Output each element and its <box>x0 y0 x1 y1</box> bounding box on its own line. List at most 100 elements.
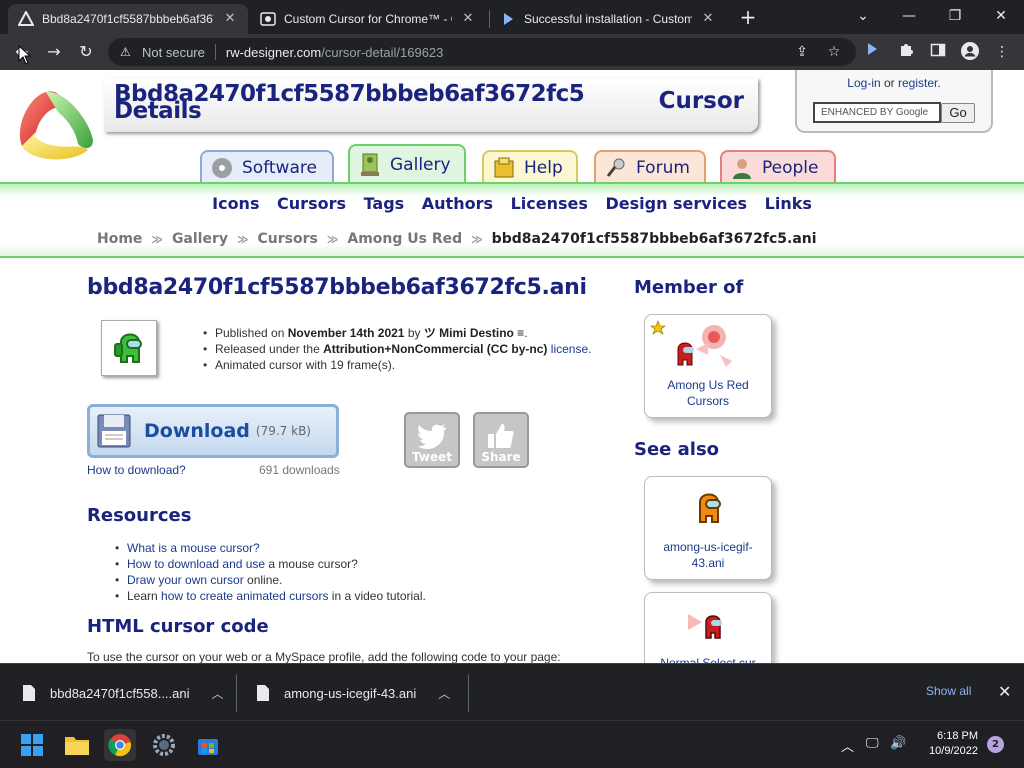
window-close-icon[interactable]: ✕ <box>986 4 1016 28</box>
browser-tab-active[interactable]: Bbd8a2470f1cf5587bbbeb6af3672fc5 ✕ <box>8 4 248 34</box>
card-subtitle: 43.ani <box>691 556 725 570</box>
download-item[interactable]: bbd8a2470f1cf558....ani ︿ <box>22 676 224 710</box>
resource-text: a mouse cursor? <box>265 557 358 571</box>
author-link[interactable]: ツ Mimi Destino ≡ <box>424 326 524 340</box>
close-icon[interactable]: ✕ <box>222 11 238 27</box>
share-page-icon[interactable]: ⇪ <box>792 42 812 62</box>
chevron-up-icon[interactable]: ︿ <box>212 685 224 702</box>
not-secure-label[interactable]: Not secure <box>142 45 205 60</box>
draw-cursor-link[interactable]: Draw your own cursor <box>127 573 244 587</box>
license-line: Released under the Attribution+NonCommer… <box>203 341 591 357</box>
see-also-heading: See also <box>634 439 720 460</box>
new-tab-plus-icon[interactable]: + <box>737 6 759 28</box>
sub-menu: Icons Cursors Tags Authors Licenses Desi… <box>0 194 1024 213</box>
settings-gear-icon[interactable] <box>148 729 180 761</box>
file-explorer-icon[interactable] <box>61 729 93 761</box>
bookmark-star-icon[interactable]: ☆ <box>824 42 844 62</box>
card-subtitle: Cursors <box>686 394 729 408</box>
how-to-use-link[interactable]: How to download and use <box>127 557 265 571</box>
cursor-preview <box>645 593 771 655</box>
download-button[interactable]: Download (79.7 kB) <box>87 404 339 458</box>
profile-avatar-icon[interactable] <box>960 42 980 62</box>
tab-software[interactable]: Software <box>200 150 334 184</box>
breadcrumb-cursors[interactable]: Cursors <box>258 231 318 247</box>
chrome-taskbar-icon[interactable] <box>104 729 136 761</box>
member-card-text: Among Us Red Cursors <box>645 377 771 417</box>
warning-triangle-icon[interactable]: ⚠ <box>120 45 134 59</box>
forward-arrow-icon[interactable]: → <box>42 40 66 64</box>
submenu-licenses[interactable]: Licenses <box>511 194 588 213</box>
notification-badge[interactable]: 2 <box>987 736 1004 753</box>
close-shelf-icon[interactable]: ✕ <box>998 682 1011 701</box>
submenu-authors[interactable]: Authors <box>422 194 493 213</box>
disc-icon <box>210 156 234 180</box>
site-search-input[interactable]: ENHANCED BY Google <box>813 102 941 123</box>
breadcrumb-gallery[interactable]: Gallery <box>172 231 228 247</box>
browser-menu-kebab-icon[interactable]: ⋮ <box>992 42 1012 62</box>
download-filename: among-us-icegif-43.ani <box>284 685 417 701</box>
browser-tab[interactable]: Successful installation - Custom C ✕ <box>490 4 726 34</box>
how-to-download-link[interactable]: How to download? <box>87 463 186 477</box>
tab-gallery[interactable]: Gallery <box>348 144 466 184</box>
resource-item: Draw your own cursor online. <box>115 572 426 588</box>
member-of-heading: Member of <box>634 277 744 298</box>
custom-cursor-extension-icon[interactable] <box>862 42 882 62</box>
page-title-suffix: Cursor <box>658 88 744 114</box>
close-icon[interactable]: ✕ <box>700 11 716 27</box>
close-icon[interactable]: ✕ <box>460 11 476 27</box>
submenu-cursors[interactable]: Cursors <box>277 194 346 213</box>
windows-start-icon[interactable] <box>16 729 48 761</box>
extensions-puzzle-icon[interactable] <box>896 42 916 62</box>
tab-label: People <box>762 158 819 178</box>
shelf-divider <box>236 674 237 712</box>
breadcrumb-among-us-red[interactable]: Among Us Red <box>347 231 462 247</box>
image-favicon-icon <box>260 11 276 27</box>
tab-search-chevron-icon[interactable]: ⌄ <box>848 4 878 28</box>
show-all-downloads-link[interactable]: Show all <box>926 684 971 698</box>
tab-people[interactable]: People <box>720 150 836 184</box>
see-also-card-text: among-us-icegif- 43.ani <box>645 539 771 579</box>
page-title: Bbd8a2470f1cf5587bbbeb6af3672fc5 Details <box>114 83 585 123</box>
url-text[interactable]: rw-designer.com/cursor-detail/169623 <box>226 45 444 60</box>
breadcrumb-current: bbd8a2470f1cf5587bbbeb6af3672fc5.ani <box>491 231 817 247</box>
submenu-tags[interactable]: Tags <box>364 194 405 213</box>
breadcrumb-home[interactable]: Home <box>97 231 142 247</box>
microphone-icon <box>604 156 628 180</box>
license-link[interactable]: license <box>551 342 588 356</box>
chevron-up-icon[interactable]: ︿ <box>438 685 450 702</box>
download-item[interactable]: among-us-icegif-43.ani ︿ <box>256 676 450 710</box>
address-bar[interactable]: ⚠ Not secure rw-designer.com/cursor-deta… <box>108 38 856 66</box>
network-icon[interactable]: 🖵 <box>866 736 879 751</box>
submenu-icons[interactable]: Icons <box>212 194 259 213</box>
animated-cursor-tutorial-link[interactable]: how to create animated cursors <box>161 589 328 603</box>
microsoft-store-icon[interactable] <box>192 729 224 761</box>
tab-help[interactable]: Help <box>482 150 578 184</box>
browser-tab[interactable]: Custom Cursor for Chrome™ - Cl ✕ <box>250 4 486 34</box>
cursor-preview <box>645 477 771 539</box>
breadcrumb-separator-icon: ≫ <box>151 233 163 246</box>
tab-forum[interactable]: Forum <box>594 150 706 184</box>
restore-icon[interactable]: ❐ <box>940 4 970 28</box>
tray-chevron-up-icon[interactable]: ︿ <box>841 736 854 755</box>
submenu-links[interactable]: Links <box>765 194 812 213</box>
register-link[interactable]: register. <box>898 76 941 90</box>
member-of-card[interactable]: Among Us Red Cursors <box>644 314 772 418</box>
clock-date: 10/9/2022 <box>929 745 978 757</box>
side-panel-icon[interactable] <box>928 42 948 62</box>
what-is-cursor-link[interactable]: What is a mouse cursor? <box>127 541 260 555</box>
resource-text: Learn <box>127 589 162 603</box>
tweet-button[interactable]: Tweet <box>404 412 460 468</box>
see-also-card[interactable]: among-us-icegif- 43.ani <box>644 476 772 580</box>
login-link[interactable]: Log-in <box>847 76 880 90</box>
html-code-intro: To use the cursor on your web or a MySpa… <box>87 650 561 663</box>
reload-icon[interactable]: ↻ <box>74 40 98 64</box>
see-also-card[interactable]: Normal Select.cur <box>644 592 772 663</box>
minimize-icon[interactable]: — <box>894 4 924 28</box>
share-button[interactable]: Share <box>473 412 529 468</box>
search-go-button[interactable]: Go <box>941 103 975 123</box>
submenu-design-services[interactable]: Design services <box>605 194 747 213</box>
volume-icon[interactable]: 🔊 <box>890 736 906 751</box>
help-box-icon <box>492 156 516 180</box>
taskbar-clock[interactable]: 6:18 PM 10/9/2022 <box>920 729 978 759</box>
card-title: Normal Select.cur <box>660 656 756 663</box>
